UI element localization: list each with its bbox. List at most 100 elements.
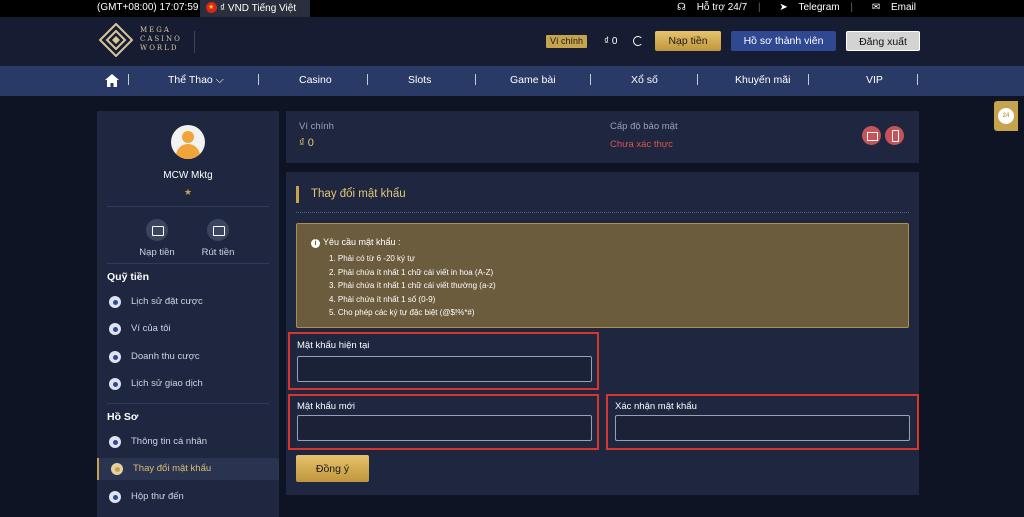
list-item: 4. Phải chứa ít nhất 1 số (0-9) [329,294,436,304]
nav-item-slots[interactable]: Slots [408,74,431,86]
confirm-password-input[interactable] [615,415,910,441]
logo-text: MEGA CASINO WORLD [140,26,182,52]
support-link[interactable]: ☊ Hỗ trợ 24/7 [669,2,747,13]
withdraw-icon [207,219,229,241]
headset-icon: ☊ [677,2,686,13]
nav-item-casino[interactable]: Casino [299,74,332,86]
top-links: ☊ Hỗ trợ 24/7 | ➤ Telegram | ✉ Email [661,2,916,13]
profile-button[interactable]: Hồ sơ thành viên [731,31,836,51]
list-item: 5. Cho phép các ký tự đặc biệt (@$!%*#) [329,308,475,317]
site-header: MEGA CASINO WORLD Ví chính ₫ 0 Nạp tiền … [0,17,1024,66]
language-selector[interactable]: ₫ VND Tiếng Việt [200,0,310,17]
sidebar-item-transactions[interactable]: Lịch sử giao dịch [97,373,279,395]
confirm-password-group: Xác nhận mật khẩu [606,394,919,450]
nav-divider [258,74,259,85]
nav-divider [697,74,698,85]
nav-divider [128,74,129,85]
user-icon [182,131,194,143]
requirements-list: 1. Phải có từ 6 -20 ký tự 2. Phải chứa í… [329,252,496,320]
divider [107,403,269,404]
new-password-input[interactable] [297,415,592,441]
language-label: ₫ VND Tiếng Việt [220,3,297,14]
vip-star-icon: ★ [183,187,193,197]
wallet-icon [109,323,121,335]
transactions-icon [109,378,121,390]
new-password-label: Mật khẩu mới [297,401,355,412]
divider: | [757,2,761,13]
account-sidebar: MCW Mktg ★ Nạp tiền Rút tiền Quỹ tiền Lị… [97,111,279,517]
divider [194,31,195,53]
sidebar-item-turnover[interactable]: Doanh thu cược [97,346,279,368]
sidebar-item-inbox[interactable]: Hộp thư đến [97,486,279,508]
current-password-group: Mật khẩu hiện tại [288,332,599,390]
nav-divider [917,74,918,85]
security-status: Chưa xác thực [610,139,673,150]
nav-divider [367,74,368,85]
inbox-icon [109,491,121,503]
support-24-widget[interactable]: 24 [994,101,1018,131]
list-item: 3. Phải chứa ít nhất 1 chữ cái viết thườ… [329,281,496,290]
nav-item-lottery[interactable]: Xổ số [631,74,658,86]
list-item: 1. Phải có từ 6 -20 ký tự [329,254,415,263]
avatar [171,125,205,159]
new-password-group: Mật khẩu mới [288,394,599,450]
telegram-icon: ➤ [779,2,788,13]
change-password-panel: Thay đổi mật khẩu i Yêu cầu mật khẩu : 1.… [286,172,919,495]
support-24-icon: 24 [998,108,1014,124]
current-password-label: Mật khẩu hiện tại [297,340,370,351]
username: MCW Mktg [163,170,213,181]
envelope-icon: ✉ [871,2,881,13]
refresh-icon[interactable] [633,36,643,46]
sidebar-item-personal-info[interactable]: Thông tin cá nhân [97,431,279,453]
divider [107,206,269,207]
logout-button[interactable]: Đăng xuất [846,31,920,51]
divider: | [850,2,854,13]
nav-item-vip[interactable]: VIP [866,74,883,86]
turnover-icon [109,351,121,363]
page-title: Thay đổi mật khẩu [296,186,406,203]
sidebar-item-my-wallet[interactable]: Ví của tôi [97,318,279,340]
vietnam-flag-icon [206,2,217,13]
security-level-label: Cấp độ bảo mật [610,121,678,132]
deposit-icon [146,219,168,241]
confirm-password-label: Xác nhận mật khẩu [615,401,697,412]
top-bar: (GMT+08:00) 17:07:59 ₫ VND Tiếng Việt ☊ … [0,0,1024,17]
nav-divider [590,74,591,85]
chevron-down-icon: ⌵ [215,74,224,86]
email-verify-icon[interactable] [862,126,881,145]
main-nav: Thể Thao ⌵ Casino Slots Game bài Xổ số K… [0,66,1024,96]
wallet-badge: Ví chính [546,35,588,48]
telegram-link[interactable]: ➤ Telegram [771,2,839,13]
nav-item-sports[interactable]: Thể Thao ⌵ [168,74,224,87]
email-link[interactable]: ✉ Email [864,2,916,13]
sidebar-item-change-password[interactable]: Thay đổi mật khẩu [97,458,279,480]
main-wallet-label: Ví chính [299,121,334,132]
current-password-input[interactable] [297,356,592,382]
section-title-profile: Hồ Sơ [107,411,139,423]
section-title-funds: Quỹ tiền [107,271,150,283]
nav-divider [475,74,476,85]
divider [296,212,909,213]
wallet-summary: Ví chính ₫ 0 Cấp độ bảo mật Chưa xác thự… [286,111,919,163]
header-balance: ₫ 0 [604,36,618,47]
list-item: 2. Phải chứa ít nhất 1 chữ cái viết in h… [329,267,494,277]
nav-divider [808,74,809,85]
nav-item-promotions[interactable]: Khuyến mãi [735,74,790,86]
sidebar-deposit-button[interactable]: Nạp tiền [132,219,182,258]
lock-icon [111,463,123,475]
sidebar-item-bet-history[interactable]: Lịch sử đặt cược [97,291,279,313]
sidebar-withdraw-button[interactable]: Rút tiền [193,219,243,258]
phone-verify-icon[interactable] [885,126,904,145]
clock: (GMT+08:00) 17:07:59 [97,2,199,13]
deposit-button[interactable]: Nạp tiền [655,31,721,51]
requirements-title: i Yêu cầu mật khẩu : [311,237,401,248]
user-info-icon [109,436,121,448]
divider [107,263,269,264]
submit-button[interactable]: Đồng ý [296,455,369,482]
logo-icon[interactable] [99,23,133,57]
history-icon [109,296,121,308]
home-icon[interactable] [105,74,119,87]
password-requirements: i Yêu cầu mật khẩu : 1. Phải có từ 6 -20 … [296,223,909,328]
main-wallet-value: ₫ 0 [299,137,314,149]
nav-item-card-games[interactable]: Game bài [510,74,556,86]
